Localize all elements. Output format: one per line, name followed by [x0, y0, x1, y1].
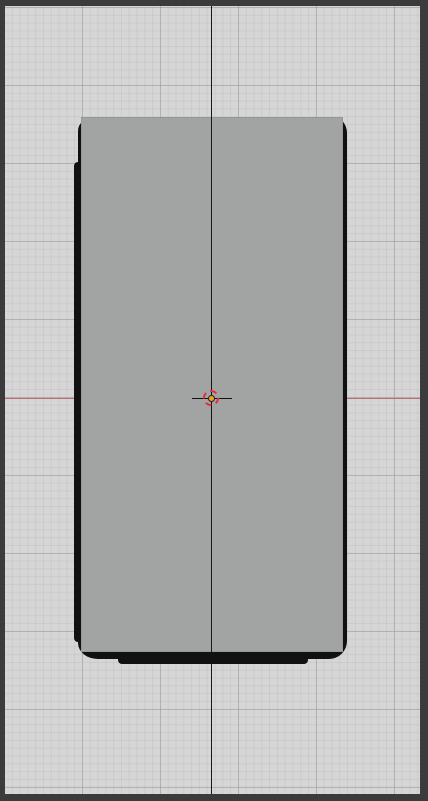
viewport-canvas[interactable] [5, 6, 420, 794]
origin-dot-icon[interactable] [208, 395, 215, 402]
3d-cursor-icon[interactable] [192, 379, 232, 419]
viewport-3d[interactable] [0, 0, 428, 801]
